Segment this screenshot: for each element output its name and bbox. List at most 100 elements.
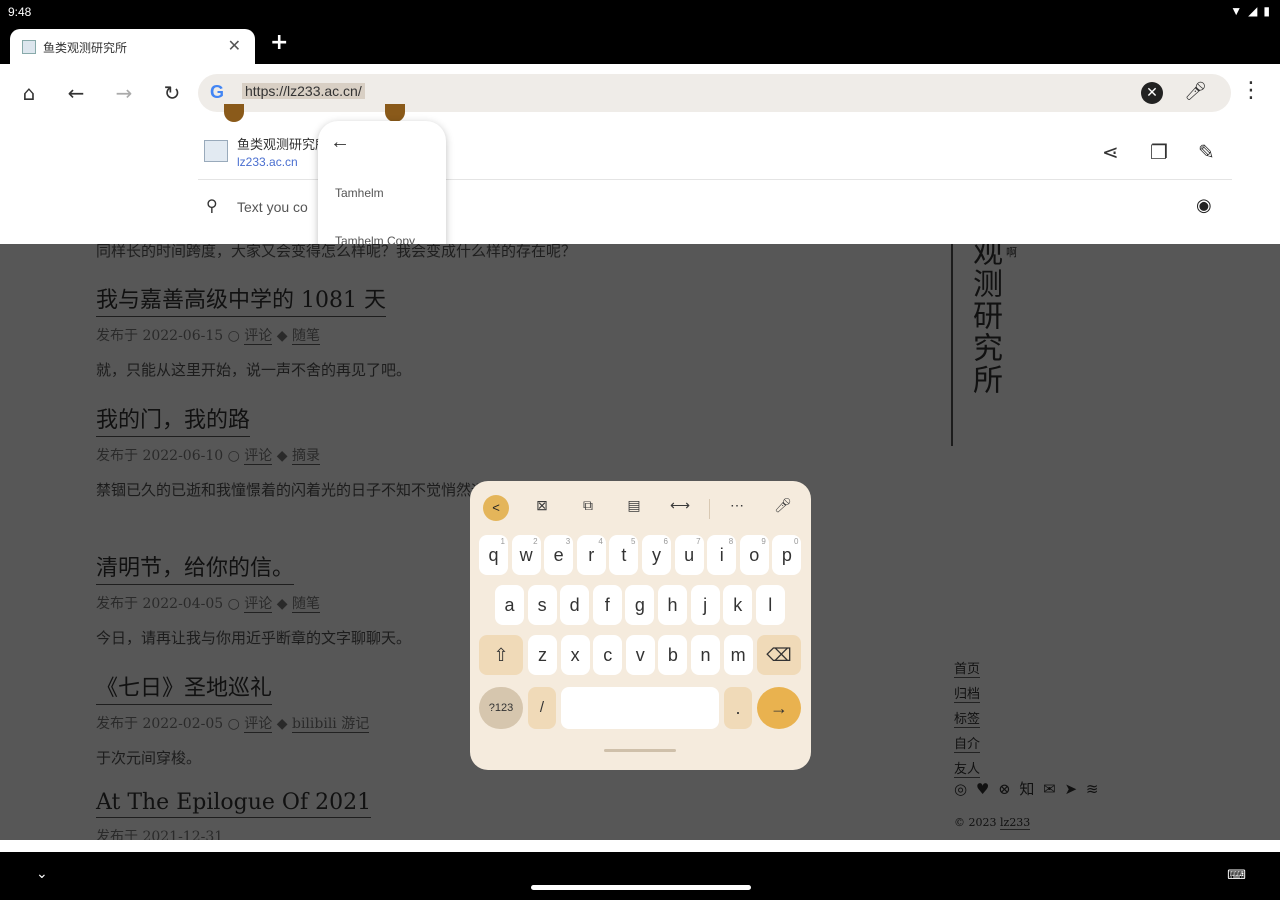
page-bottom-strip: [0, 840, 1280, 852]
key-hint: 4: [598, 537, 603, 546]
suggestion-title[interactable]: 鱼类观测研究所: [237, 134, 328, 153]
key-a[interactable]: a: [495, 585, 524, 625]
more-icon[interactable]: ⋯: [725, 497, 749, 514]
browser-tab[interactable]: 鱼类观测研究所 ✕: [10, 29, 255, 64]
nav-item-friends[interactable]: 友人: [954, 758, 981, 778]
key-hint: 5: [630, 537, 636, 546]
post-title[interactable]: 清明节，给你的信。: [96, 550, 295, 585]
key-u[interactable]: u7: [674, 535, 704, 575]
key-c[interactable]: c: [593, 635, 623, 675]
key-y[interactable]: y6: [642, 535, 671, 575]
new-tab-button[interactable]: +: [270, 30, 288, 55]
close-tab-icon[interactable]: ✕: [228, 36, 241, 55]
comment-link[interactable]: 评论: [244, 716, 273, 733]
key-hint: 8: [728, 537, 734, 546]
key-t[interactable]: t5: [609, 535, 639, 575]
mic-icon[interactable]: 🎤︎: [1184, 81, 1207, 102]
key-h[interactable]: h: [658, 585, 687, 625]
key-g[interactable]: g: [625, 585, 655, 625]
signal-icon: ◢: [1248, 4, 1258, 18]
sticker-icon[interactable]: ⊠: [530, 497, 554, 514]
battery-icon: ▮: [1263, 4, 1270, 18]
url-text[interactable]: https://lz233.ac.cn/: [242, 83, 365, 99]
home-gesture-pill[interactable]: [531, 885, 751, 890]
comment-link[interactable]: 评论: [244, 596, 273, 613]
keyboard-drag-handle[interactable]: [604, 749, 676, 752]
key-b[interactable]: b: [658, 635, 688, 675]
keyboard-switch-icon[interactable]: ⌨: [1227, 868, 1246, 883]
post-excerpt-fragment: 同样长的时间跨度，大家又会变得怎么样呢？我会变成什么样的存在呢？: [96, 244, 577, 260]
nav-item-about[interactable]: 自介: [954, 733, 981, 753]
post-title[interactable]: 《七日》圣地巡礼: [96, 670, 273, 705]
symbols-key[interactable]: ?123: [479, 687, 523, 729]
backspace-key[interactable]: ⌫: [757, 635, 801, 675]
clear-icon[interactable]: ✕: [1141, 82, 1163, 104]
key-s[interactable]: s: [527, 585, 557, 625]
chevron-left-icon[interactable]: <: [483, 495, 509, 521]
slash-key[interactable]: /: [528, 687, 556, 729]
space-key[interactable]: [561, 687, 719, 729]
nav-item-archive[interactable]: 归档: [954, 683, 981, 703]
share-icon[interactable]: ⋖: [1102, 140, 1119, 164]
back-arrow-icon[interactable]: ←: [63, 80, 89, 106]
comment-link[interactable]: 评论: [244, 328, 273, 345]
search-icon: ⚲: [206, 196, 218, 215]
key-o[interactable]: o9: [739, 535, 769, 575]
post-meta: 发布于 2022-06-15 ○ 评论 ◆ 随笔: [96, 328, 320, 345]
browser-toolbar: ⌂ ← → ↻ G https://lz233.ac.cn/ ✕ 🎤︎ ⋮: [0, 64, 1280, 122]
key-z[interactable]: z: [528, 635, 557, 675]
key-f[interactable]: f: [592, 585, 622, 625]
period-key[interactable]: .: [724, 687, 752, 729]
key-i[interactable]: i8: [707, 535, 737, 575]
reload-icon[interactable]: ↻: [159, 80, 185, 106]
key-m[interactable]: m: [723, 635, 753, 675]
translate-icon[interactable]: ⧉: [576, 497, 600, 514]
shift-key[interactable]: ⇧: [479, 635, 523, 675]
key-p[interactable]: p0: [772, 535, 802, 575]
key-j[interactable]: j: [690, 585, 720, 625]
social-links[interactable]: ◎ ♥ ⊗ 知 ✉ ➤ ≋: [954, 778, 1100, 799]
sidebar-nav: 首页 归档 标签 自介 友人: [954, 658, 994, 783]
edit-icon[interactable]: ✎: [1198, 140, 1215, 164]
key-v[interactable]: v: [625, 635, 655, 675]
key-r[interactable]: r4: [576, 535, 606, 575]
status-bar: 9:48 ▼ ◢ ▮: [0, 0, 1280, 26]
comment-icon: ○: [227, 328, 240, 344]
overflow-menu-icon[interactable]: ⋮: [1240, 78, 1262, 103]
clipboard-suggestion[interactable]: Text you co: [237, 199, 308, 215]
copy-icon[interactable]: ❐: [1150, 140, 1168, 164]
home-icon[interactable]: ⌂: [16, 80, 42, 106]
tag-link[interactable]: 随笔: [291, 596, 320, 613]
key-w[interactable]: w2: [511, 535, 541, 575]
suggestion-url[interactable]: lz233.ac.cn: [237, 155, 298, 169]
back-arrow-icon[interactable]: ←: [330, 131, 350, 154]
menu-item-tamhelm[interactable]: Tamhelm: [335, 186, 384, 200]
post-title[interactable]: 我的门，我的路: [96, 402, 251, 437]
forward-arrow-icon[interactable]: →: [111, 80, 137, 106]
address-bar[interactable]: G https://lz233.ac.cn/ ✕ 🎤︎: [198, 74, 1231, 112]
key-d[interactable]: d: [560, 585, 590, 625]
post-title[interactable]: At The Epilogue Of 2021: [96, 790, 372, 818]
key-n[interactable]: n: [691, 635, 720, 675]
key-l[interactable]: l: [755, 585, 785, 625]
key-x[interactable]: x: [560, 635, 590, 675]
comment-link[interactable]: 评论: [244, 448, 273, 465]
tag-link[interactable]: 摘录: [291, 448, 320, 465]
tag-link[interactable]: bilibili 游记: [291, 716, 370, 733]
key-e[interactable]: e3: [544, 535, 574, 575]
key-k[interactable]: k: [723, 585, 753, 625]
hide-keyboard-icon[interactable]: ⌄: [36, 866, 48, 882]
tag-link[interactable]: 随笔: [291, 328, 320, 345]
clipboard-icon[interactable]: ▤: [622, 497, 646, 514]
site-title[interactable]: 观测研究所: [962, 244, 1006, 396]
enter-key[interactable]: →: [757, 687, 801, 729]
eye-icon[interactable]: ◉: [1196, 195, 1212, 216]
key-q[interactable]: q1: [479, 535, 508, 575]
text-cursor-icon[interactable]: ⟷: [668, 497, 692, 514]
nav-item-tags[interactable]: 标签: [954, 708, 981, 728]
author-link[interactable]: lz233: [1000, 816, 1031, 830]
post-title[interactable]: 我与嘉善高级中学的 1081 天: [96, 282, 386, 317]
nav-item-home[interactable]: 首页: [954, 658, 981, 678]
mic-icon[interactable]: 🎤︎: [771, 497, 795, 514]
comment-icon: ○: [227, 596, 240, 612]
